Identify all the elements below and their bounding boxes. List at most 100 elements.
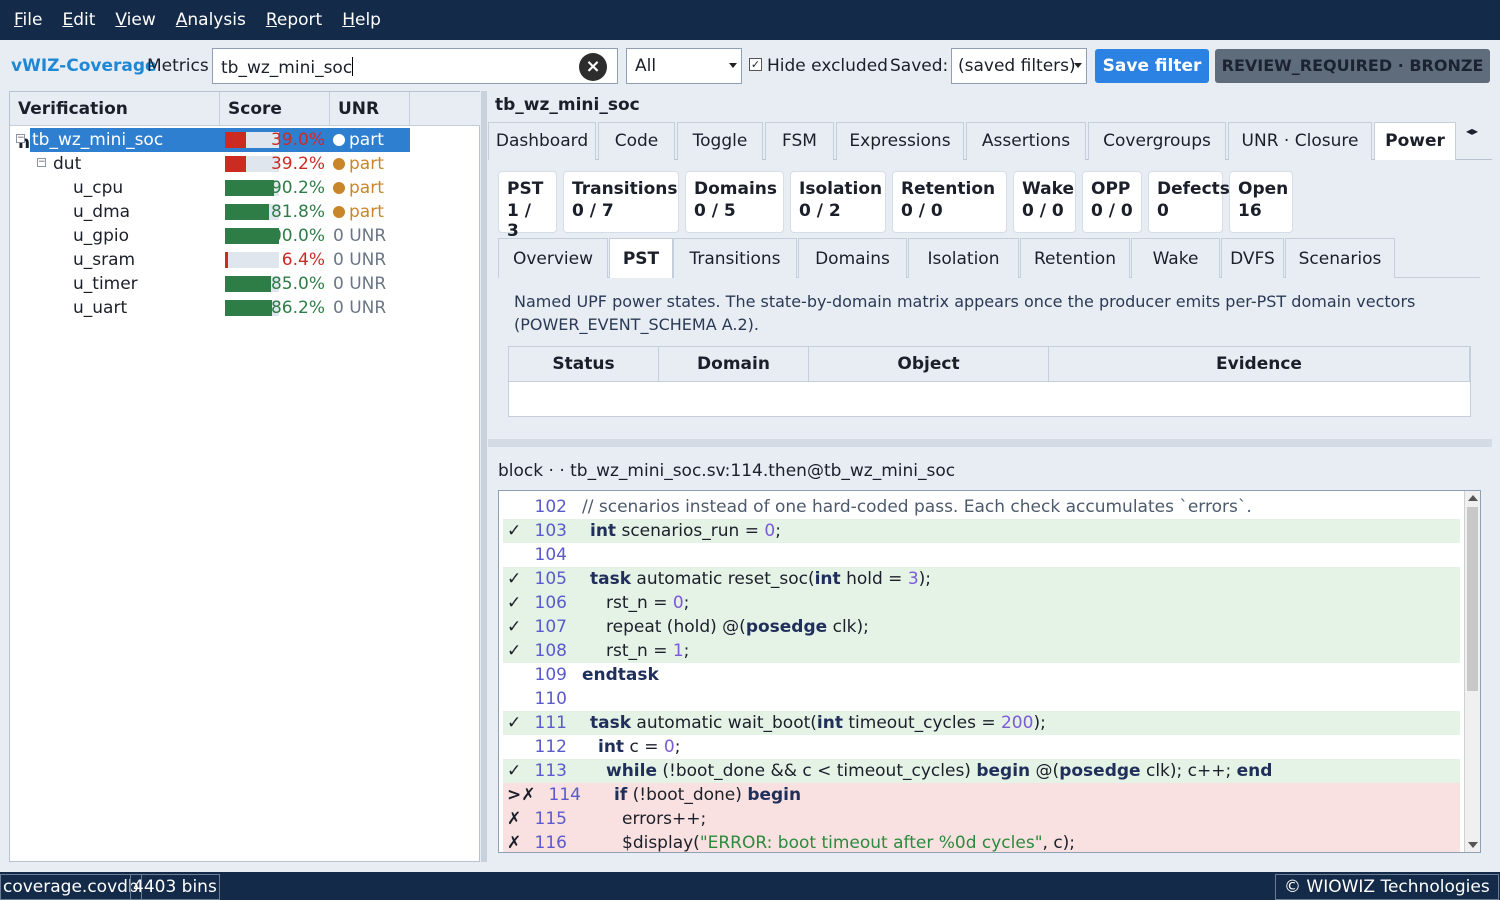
tree-row-tb-wz-mini-soc[interactable]: − tb_wz_mini_soc 39.0% part [10, 128, 480, 152]
code-line[interactable]: ✓ 113 while (!boot_done && c < timeout_cyc… [503, 759, 1460, 783]
column-header-domain[interactable]: Domain [659, 347, 809, 382]
subtab-pst[interactable]: PST [609, 238, 673, 278]
summary-card-transitions[interactable]: Transitions 0 / 7 [563, 171, 679, 233]
code-line[interactable]: 102 // scenarios instead of one hard-code… [503, 495, 1460, 519]
summary-card-wake[interactable]: Wake 0 / 0 [1013, 171, 1076, 233]
subtab-scenarios[interactable]: Scenarios [1285, 238, 1395, 278]
menu-file[interactable]: File [4, 0, 52, 40]
code-line[interactable]: ✓ 106 rst_n = 0; [503, 591, 1460, 615]
summary-card-label: Wake [1022, 179, 1074, 199]
code-scrollbar[interactable] [1464, 491, 1480, 852]
code-line[interactable]: ✓ 111 task automatic wait_boot(int timeout… [503, 711, 1460, 735]
subtab-domains[interactable]: Domains [798, 238, 907, 278]
summary-card-isolation[interactable]: Isolation 0 / 2 [790, 171, 886, 233]
menu-help[interactable]: Help [332, 0, 391, 40]
code-line[interactable]: 112 int c = 0; [503, 735, 1460, 759]
code-line[interactable]: 110 [503, 687, 1460, 711]
code-line[interactable]: >✗ 114 if (!boot_done) begin [503, 783, 1460, 807]
tab-power[interactable]: Power [1374, 122, 1456, 160]
copyright-notice: © WIOWIZ Technologies [1275, 874, 1499, 900]
tree-row-u-cpu[interactable]: u_cpu 90.2% part [10, 176, 480, 200]
tree-row-u-gpio[interactable]: u_gpio 00.0% 0 UNR [10, 224, 480, 248]
subtab-overview[interactable]: Overview [498, 238, 608, 278]
menu-label-rest: elp [354, 10, 381, 30]
menu-mnemonic: A [175, 10, 188, 30]
saved-filters-select[interactable]: (saved filters) [951, 48, 1087, 84]
saved-filters-value: (saved filters) [958, 56, 1076, 76]
summary-card-value: 16 [1238, 201, 1262, 221]
detail-panel: tb_wz_mini_soc Dashboard Code Toggle FSM Exp… [488, 91, 1492, 862]
tab-fsm[interactable]: FSM [765, 122, 834, 160]
column-header-score[interactable]: Score [220, 92, 330, 126]
tab-covergroups[interactable]: Covergroups [1088, 122, 1226, 160]
code-line[interactable]: ✓ 105 task automatic reset_soc(int hold = … [503, 567, 1460, 591]
save-filter-button[interactable]: Save filter [1095, 49, 1209, 83]
subtab-retention[interactable]: Retention [1020, 238, 1130, 278]
line-number: 108 [534, 641, 567, 661]
code-line[interactable]: ✓ 107 repeat (hold) @(posedge clk); [503, 615, 1460, 639]
menu-view[interactable]: View [105, 0, 165, 40]
close-circle-icon[interactable]: × [579, 53, 607, 81]
subtab-dvfs[interactable]: DVFS [1221, 238, 1284, 278]
tab-unr-closure[interactable]: UNR · Closure [1228, 122, 1372, 160]
menu-report[interactable]: Report [256, 0, 332, 40]
tree-row-u-timer[interactable]: u_timer 85.0% 0 UNR [10, 272, 480, 296]
menu-analysis[interactable]: Analysis [166, 0, 256, 40]
summary-card-value: 0 [1157, 201, 1169, 221]
source-code-view[interactable]: 102 // scenarios instead of one hard-code… [498, 490, 1481, 853]
scroll-up-icon[interactable] [1468, 495, 1478, 501]
collapse-toggle-icon[interactable]: − [16, 134, 25, 143]
code-line[interactable]: ✓ 103 int scenarios_run = 0; [503, 519, 1460, 543]
menu-label-rest: eport [276, 10, 323, 30]
tree-row-u-dma[interactable]: u_dma 81.8% part [10, 200, 480, 224]
tab-expressions[interactable]: Expressions [836, 122, 964, 160]
summary-card-label: Isolation [799, 179, 883, 199]
source-token: posedge [745, 617, 828, 637]
summary-card-opp[interactable]: OPP 0 / 0 [1082, 171, 1142, 233]
tree-row-u-sram[interactable]: u_sram 6.4% 0 UNR [10, 248, 480, 272]
metric-scope-select[interactable]: All [626, 48, 742, 84]
scroll-down-icon[interactable] [1468, 842, 1478, 848]
hide-excluded-label[interactable]: Hide excluded [767, 56, 888, 76]
scope-search-input[interactable]: tb_wz_mini_soc × [212, 48, 618, 84]
subtab-wake[interactable]: Wake [1131, 238, 1220, 278]
subtab-transitions[interactable]: Transitions [673, 238, 797, 278]
column-header-evidence[interactable]: Evidence [1049, 347, 1470, 382]
source-text: task automatic wait_boot(int timeout_cyc… [590, 711, 1046, 735]
column-header-object[interactable]: Object [809, 347, 1049, 382]
source-token: ); [918, 569, 932, 589]
column-header-unr[interactable]: UNR [330, 92, 410, 126]
tree-row-dut[interactable]: − dut 39.2% part [10, 152, 480, 176]
tab-code[interactable]: Code [598, 122, 675, 160]
summary-card-open[interactable]: Open 16 [1229, 171, 1293, 233]
code-line[interactable]: 109 endtask [503, 663, 1460, 687]
source-token: 1 [672, 641, 684, 661]
summary-card-pst[interactable]: PST 1 / 3 [498, 171, 557, 241]
line-number: 116 [534, 833, 567, 853]
source-text: repeat (hold) @(posedge clk); [606, 615, 869, 639]
scrollbar-thumb[interactable] [1467, 507, 1478, 691]
subtab-isolation[interactable]: Isolation [908, 238, 1019, 278]
source-text: $display("ERROR: boot timeout after %0d … [622, 831, 1075, 852]
tab-assertions[interactable]: Assertions [966, 122, 1086, 160]
code-line[interactable]: ✓ 108 rst_n = 1; [503, 639, 1460, 663]
tab-toggle[interactable]: Toggle [677, 122, 763, 160]
summary-card-defects[interactable]: Defects 0 [1148, 171, 1230, 233]
tree-row-u-uart[interactable]: u_uart 86.2% 0 UNR [10, 296, 480, 320]
hide-excluded-checkbox[interactable]: ✓ [749, 58, 762, 71]
score-percent: 6.4% [281, 250, 325, 270]
code-line[interactable]: ✗ 115 errors++; [503, 807, 1460, 831]
summary-card-retention[interactable]: Retention 0 / 0 [892, 171, 1007, 233]
column-header-status[interactable]: Status [509, 347, 659, 382]
menu-edit[interactable]: Edit [52, 0, 105, 40]
code-line[interactable]: ✗ 116 $display("ERROR: boot timeout after … [503, 831, 1460, 853]
collapse-toggle-icon[interactable]: − [37, 158, 46, 167]
tab-dashboard[interactable]: Dashboard [488, 122, 596, 160]
tab-scroll-arrows-icon[interactable]: ◂▸ [1466, 124, 1486, 154]
vertical-splitter[interactable] [481, 91, 487, 862]
column-header-hierarchy[interactable]: Verification hierarchy [10, 92, 220, 153]
code-line[interactable]: 104 [503, 543, 1460, 567]
menu-mnemonic: E [62, 10, 74, 30]
horizontal-splitter[interactable] [488, 439, 1492, 447]
summary-card-domains[interactable]: Domains 0 / 5 [685, 171, 784, 233]
